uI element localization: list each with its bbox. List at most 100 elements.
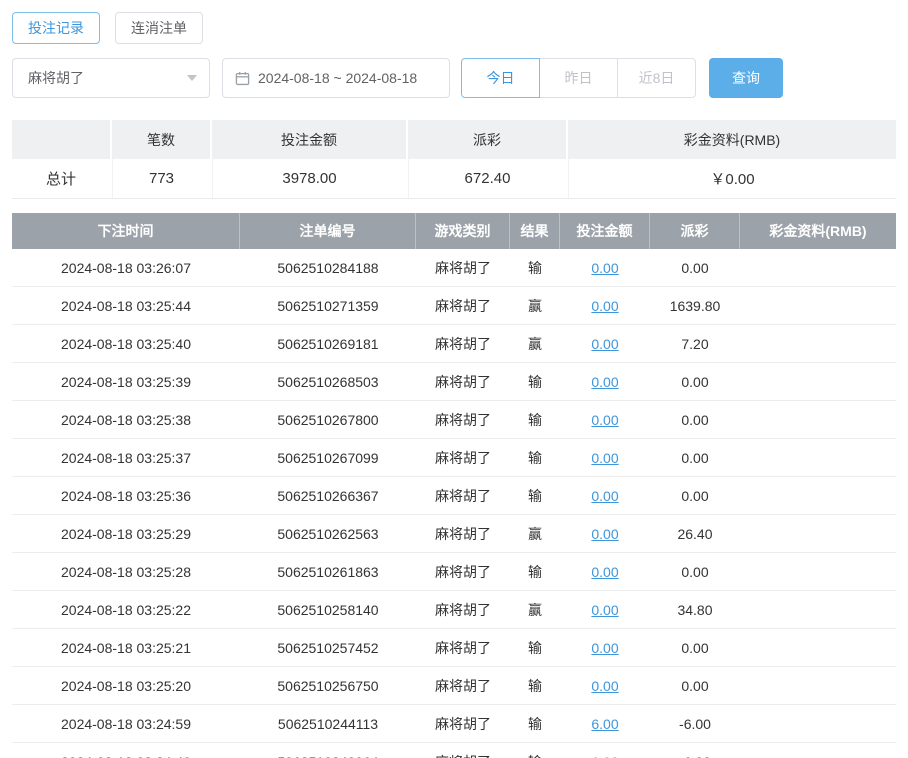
cell-game: 麻将胡了 (435, 411, 491, 428)
cell-result: 输 (528, 411, 542, 428)
cell-bet: 0.00 (560, 287, 650, 324)
betting-records-page: 投注记录 连消注单 麻将胡了 2024-08-18 ~ 2024-08-18 今… (0, 0, 908, 758)
cell-game: 麻将胡了 (435, 259, 491, 276)
date-range-value: 2024-08-18 ~ 2024-08-18 (258, 70, 418, 86)
cell-game: 麻将胡了 (416, 743, 510, 758)
cell-time: 2024-08-18 03:25:28 (61, 563, 191, 580)
cell-payout: 0.00 (681, 487, 709, 504)
tab-cancelled-orders-label: 连消注单 (131, 20, 187, 36)
cell-game: 麻将胡了 (435, 297, 491, 314)
summary-bet-amount-value: 3978.00 (212, 159, 406, 198)
header-cell-bonus: 彩金资料(RMB) (769, 223, 867, 239)
cell-order-id: 5062510258140 (277, 601, 379, 618)
cell-game: 麻将胡了 (435, 373, 491, 390)
yesterday-button[interactable]: 昨日 (539, 58, 618, 98)
table-row: 2024-08-18 03:25:20 5062510256750 麻将胡了 输 0.0… (12, 667, 896, 705)
today-button[interactable]: 今日 (461, 58, 540, 98)
bet-amount-link[interactable]: 0.00 (591, 488, 618, 504)
cell-payout: 0.00 (681, 259, 709, 276)
bet-amount-link[interactable]: 0.00 (591, 640, 618, 656)
today-button-label: 今日 (486, 70, 515, 86)
cell-bet: 0.00 (560, 591, 650, 628)
cell-bonus (740, 705, 896, 742)
cell-payout: -6.00 (679, 715, 711, 732)
summary-payout-value: 672.40 (408, 159, 566, 198)
bet-amount-link[interactable]: 6.00 (591, 716, 618, 732)
summary-header-row: 笔数 投注金额 派彩 彩金资料(RMB) (12, 120, 896, 159)
search-button[interactable]: 查询 (709, 58, 783, 98)
bet-amount-link[interactable]: 0.00 (591, 412, 618, 428)
table-row: 2024-08-18 03:25:38 5062510267800 麻将胡了 输 0.0… (12, 401, 896, 439)
cell-payout: 26.40 (677, 525, 713, 542)
cell-bet: 0.00 (560, 439, 650, 476)
summary-header-cell-bet-amount: 投注金额 (212, 120, 406, 159)
bet-amount-link[interactable]: 0.00 (591, 526, 618, 542)
table-row: 2024-08-18 03:24:495062510240964麻将胡了输 6.0… (12, 743, 896, 758)
header-cell-payout: 派彩 (650, 213, 740, 249)
bet-amount-link[interactable]: 0.00 (591, 260, 618, 276)
header-cell-result: 结果 (510, 213, 560, 249)
cell-bonus (740, 667, 896, 704)
bet-amount-link[interactable]: 0.00 (591, 602, 618, 618)
table-row: 2024-08-18 03:25:37 5062510267099 麻将胡了 输 0.0… (12, 439, 896, 477)
cell-result: 赢 (528, 335, 542, 352)
cell-order-id: 5062510256750 (277, 677, 379, 694)
cell-bonus (740, 287, 896, 324)
bet-amount-link[interactable]: 6.00 (591, 754, 618, 758)
last-8-days-button[interactable]: 近8日 (617, 58, 696, 98)
summary-count-value: 773 (112, 159, 210, 198)
tab-cancelled-orders[interactable]: 连消注单 (115, 12, 203, 44)
cell-payout: -6.00 (650, 743, 740, 758)
cell-time: 2024-08-18 03:25:39 (61, 373, 191, 390)
tab-bet-records[interactable]: 投注记录 (12, 12, 100, 44)
table-row: 2024-08-18 03:25:40 5062510269181 麻将胡了 赢 0.0… (12, 325, 896, 363)
cell-time: 2024-08-18 03:25:21 (61, 639, 191, 656)
search-button-label: 查询 (732, 70, 760, 86)
cell-order-id: 5062510262563 (277, 525, 379, 542)
bet-amount-link[interactable]: 0.00 (591, 450, 618, 466)
bet-amount-link[interactable]: 0.00 (591, 298, 618, 314)
cell-payout: 0.00 (681, 411, 709, 428)
cell-order-id: 5062510269181 (277, 335, 379, 352)
game-select[interactable]: 麻将胡了 (12, 58, 210, 98)
table-row: 2024-08-18 03:25:22 5062510258140 麻将胡了 赢 0.0… (12, 591, 896, 629)
cell-bet: 0.00 (560, 629, 650, 666)
cell-bonus (740, 743, 896, 758)
cell-game: 麻将胡了 (435, 639, 491, 656)
bet-table-rows: 2024-08-18 03:26:07 5062510284188 麻将胡了输 0.0… (12, 249, 896, 758)
bet-amount-link[interactable]: 0.00 (591, 374, 618, 390)
table-row: 2024-08-18 03:25:39 5062510268503 麻将胡了 输 0.0… (12, 363, 896, 401)
cell-time: 2024-08-18 03:25:38 (61, 411, 191, 428)
table-row: 2024-08-18 03:25:44 5062510271359 麻将胡了 赢 0.0… (12, 287, 896, 325)
cell-result: 赢 (528, 601, 542, 618)
summary-header-cell-payout: 派彩 (408, 120, 566, 159)
cell-bet: 0.00 (560, 515, 650, 552)
cell-order-id: 5062510267099 (277, 449, 379, 466)
table-row: 2024-08-18 03:25:36 5062510266367 麻将胡了 输 0.0… (12, 477, 896, 515)
date-range-picker[interactable]: 2024-08-18 ~ 2024-08-18 (222, 58, 450, 98)
cell-bonus (740, 325, 896, 362)
cell-result: 输 (528, 449, 542, 466)
cell-order-id: 5062510268503 (277, 373, 379, 390)
quick-date-button-group: 今日 昨日 近8日 (461, 58, 696, 98)
cell-bonus (740, 591, 896, 628)
cell-time: 2024-08-18 03:25:29 (61, 525, 191, 542)
cell-time: 2024-08-18 03:25:37 (61, 449, 191, 466)
cell-bonus (740, 401, 896, 438)
cell-payout: 0.00 (681, 639, 709, 656)
cell-result: 输 (528, 639, 542, 656)
game-select-value: 麻将胡了 (28, 70, 84, 86)
cell-bet: 6.00 (560, 743, 650, 758)
cell-time: 2024-08-18 03:25:22 (61, 601, 191, 618)
cell-bonus (740, 629, 896, 666)
cell-result: 赢 (528, 525, 542, 542)
summary-table: 笔数 投注金额 派彩 彩金资料(RMB) 总计 773 3978.00 672.… (12, 120, 896, 199)
bet-amount-link[interactable]: 0.00 (591, 336, 618, 352)
bet-amount-link[interactable]: 0.00 (591, 564, 618, 580)
cell-bet: 0.00 (560, 553, 650, 590)
table-row: 2024-08-18 03:26:07 5062510284188 麻将胡了 输 0.0… (12, 249, 896, 287)
bet-amount-link[interactable]: 0.00 (591, 678, 618, 694)
cell-order-id: 5062510267800 (277, 411, 379, 428)
cell-result: 输 (510, 743, 560, 758)
header-cell-time: 下注时间 (12, 213, 240, 249)
